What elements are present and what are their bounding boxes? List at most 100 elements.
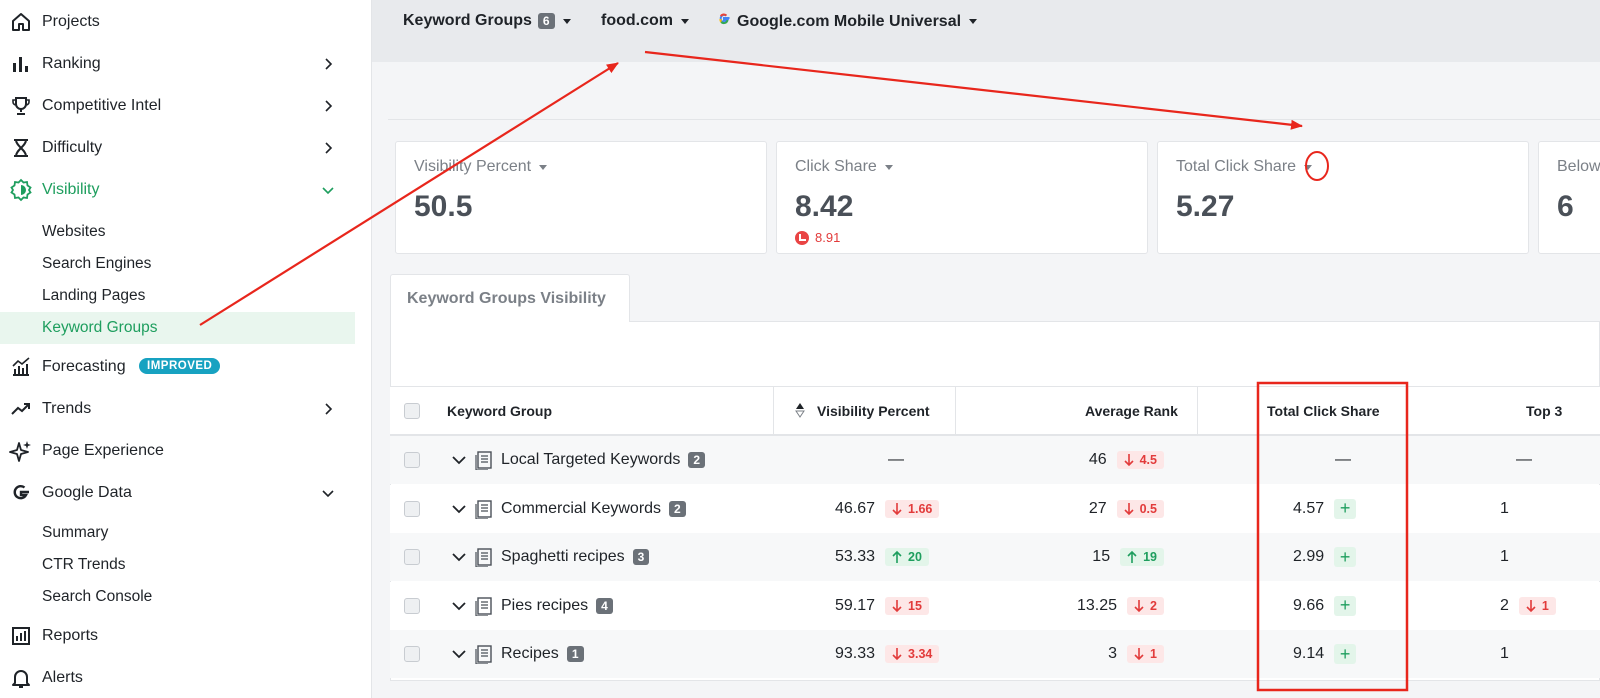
metric-title[interactable]: Visibility Percent <box>414 158 548 176</box>
header-total-click-share[interactable]: Total Click Share <box>1267 387 1380 435</box>
nav-sub-landing-pages[interactable]: Landing Pages <box>0 280 355 312</box>
caret-down-icon <box>562 18 571 24</box>
nav-sub-websites[interactable]: Websites <box>0 216 355 248</box>
top-3-cell: 1 <box>1500 630 1509 678</box>
nav-projects[interactable]: Projects <box>0 5 355 39</box>
metric-value: 50.5 <box>414 190 473 223</box>
plus-icon[interactable]: + <box>1334 547 1357 567</box>
plus-icon[interactable]: + <box>1334 644 1357 664</box>
average-rank-value: 13.25 <box>1077 596 1118 614</box>
nav-reports[interactable]: Reports <box>0 619 355 653</box>
row-checkbox[interactable] <box>404 500 420 517</box>
nav-ranking[interactable]: Ranking <box>0 47 355 81</box>
expand-chevron-icon[interactable] <box>452 630 466 678</box>
nav-page-experience[interactable]: Page Experience <box>0 434 355 468</box>
table-row[interactable]: Recipes 1 93.33 3.34 3 1 9.14 + 1 <box>390 630 1600 678</box>
average-rank-cell: 46 4.5 <box>1089 436 1164 484</box>
row-checkbox-cell <box>404 436 420 484</box>
table-row[interactable]: Commercial Keywords 2 46.67 1.66 27 0.5 4.57 +1 <box>390 484 1600 533</box>
nav-difficulty[interactable]: Difficulty <box>0 131 355 165</box>
keyword-groups-dropdown[interactable]: Keyword Groups 6 <box>403 12 571 30</box>
select-all-checkbox-cell <box>404 387 420 435</box>
table-header: Keyword Group Visibility Percent Average… <box>390 386 1600 436</box>
plus-icon[interactable]: + <box>1334 498 1357 519</box>
rank-delta-value: 1 <box>1150 647 1157 661</box>
average-rank-value: 27 <box>1088 499 1107 517</box>
keyword-group-name-cell[interactable]: Recipes 1 <box>501 630 584 678</box>
table-row[interactable]: Spaghetti recipes 3 53.33 20 15 19 2.99 +1 <box>390 533 1600 581</box>
expand-chevron-icon[interactable] <box>452 582 466 630</box>
keyword-group-name-cell[interactable]: Spaghetti recipes 3 <box>501 533 650 581</box>
search-engine-dropdown[interactable]: Google.com Mobile Universal <box>717 12 978 31</box>
nav-sub-search-console[interactable]: Search Console <box>0 581 355 613</box>
column-separator <box>773 387 774 435</box>
nav-sub-search-engines[interactable]: Search Engines <box>0 248 355 280</box>
keyword-group-name-cell[interactable]: Pies recipes 4 <box>501 582 613 630</box>
rank-delta-value: 2 <box>1150 598 1157 613</box>
header-keyword-group[interactable]: Keyword Group <box>447 387 552 435</box>
total-click-share-cell: 9.14 + <box>1293 630 1357 678</box>
keyword-count-badge: 3 <box>632 549 650 565</box>
nav-sub-keyword-groups[interactable]: Keyword Groups <box>0 312 355 344</box>
average-rank-value: 46 <box>1088 451 1107 468</box>
nav-visibility[interactable]: Visibility <box>0 173 355 207</box>
home-icon <box>8 9 34 35</box>
expand-chevron-icon[interactable] <box>452 485 466 533</box>
nav-sub-label: CTR Trends <box>42 556 126 573</box>
nav-sub-label: Keyword Groups <box>42 319 158 336</box>
visibility-value: 53.33 <box>835 548 876 565</box>
nav-google-data[interactable]: Google Data <box>0 476 355 510</box>
tab-keyword-groups-visibility[interactable]: Keyword Groups Visibility <box>390 274 630 322</box>
nav-competitive-intel[interactable]: Competitive Intel <box>0 89 355 123</box>
visibility-value: 59.17 <box>835 596 876 614</box>
keyword-count-badge: 2 <box>669 500 686 517</box>
rank-delta-chip: 19 <box>1120 548 1164 566</box>
header-label: Top 3 <box>1526 403 1563 419</box>
nav-trends-label: Trends <box>42 400 92 417</box>
list-doc-icon <box>475 630 493 678</box>
header-label: Visibility Percent <box>817 403 930 419</box>
nav-sub-summary[interactable]: Summary <box>0 517 355 549</box>
table-row[interactable]: Pies recipes 4 59.17 15 13.25 2 9.66 +2 1 <box>390 581 1600 630</box>
average-rank-cell: 13.25 2 <box>1077 582 1164 630</box>
top-3-cell: 21 <box>1500 582 1556 630</box>
nav-difficulty-label: Difficulty <box>42 139 103 156</box>
expand-chevron-icon[interactable] <box>452 436 466 484</box>
divider <box>388 119 1600 120</box>
keyword-count-badge: 2 <box>688 452 706 468</box>
nav-trends[interactable]: Trends <box>0 392 355 426</box>
keyword-group-name: Spaghetti recipes <box>501 548 625 565</box>
average-rank-value: 3 <box>1108 645 1118 662</box>
row-checkbox[interactable] <box>404 597 420 614</box>
header-top-3[interactable]: Top 3 <box>1526 387 1562 435</box>
keyword-count-badge: 4 <box>596 597 613 614</box>
nav-alerts[interactable]: Alerts <box>0 661 355 695</box>
rank-delta-value: 4.5 <box>1139 453 1157 467</box>
column-separator <box>1197 387 1198 435</box>
row-checkbox[interactable] <box>404 549 420 565</box>
visibility-value: 93.33 <box>835 645 876 662</box>
google-g-icon <box>8 480 34 506</box>
row-checkbox[interactable] <box>404 646 420 662</box>
keyword-group-name-cell[interactable]: Local Targeted Keywords 2 <box>501 436 706 484</box>
metric-title[interactable]: Total Click Share <box>1176 158 1313 176</box>
top-3-delta-value: 1 <box>1541 598 1549 613</box>
keyword-group-name-cell[interactable]: Commercial Keywords 2 <box>501 485 686 533</box>
plus-icon[interactable]: + <box>1334 595 1357 616</box>
select-all-checkbox[interactable] <box>404 403 420 419</box>
visibility-delta-chip: 20 <box>885 548 929 566</box>
metric-card-visibility-percent: Visibility Percent 50.5 <box>395 141 767 254</box>
nav-sub-ctr-trends[interactable]: CTR Trends <box>0 549 355 581</box>
top-3-value: 2 <box>1500 596 1509 614</box>
nav-forecasting[interactable]: Forecasting IMPROVED <box>0 350 355 384</box>
header-visibility-percent[interactable]: Visibility Percent <box>795 387 930 435</box>
expand-chevron-icon[interactable] <box>452 533 466 581</box>
site-dropdown[interactable]: food.com <box>601 12 689 30</box>
row-checkbox[interactable] <box>404 452 420 468</box>
metric-title[interactable]: Below <box>1557 158 1600 176</box>
visibility-cell: 93.33 3.34 <box>835 630 940 678</box>
header-average-rank[interactable]: Average Rank <box>1085 387 1178 435</box>
metric-title[interactable]: Click Share <box>795 158 893 176</box>
total-click-share-value: 9.66 <box>1293 596 1325 614</box>
table-row[interactable]: Local Targeted Keywords 2—46 4.5— — <box>390 436 1600 484</box>
